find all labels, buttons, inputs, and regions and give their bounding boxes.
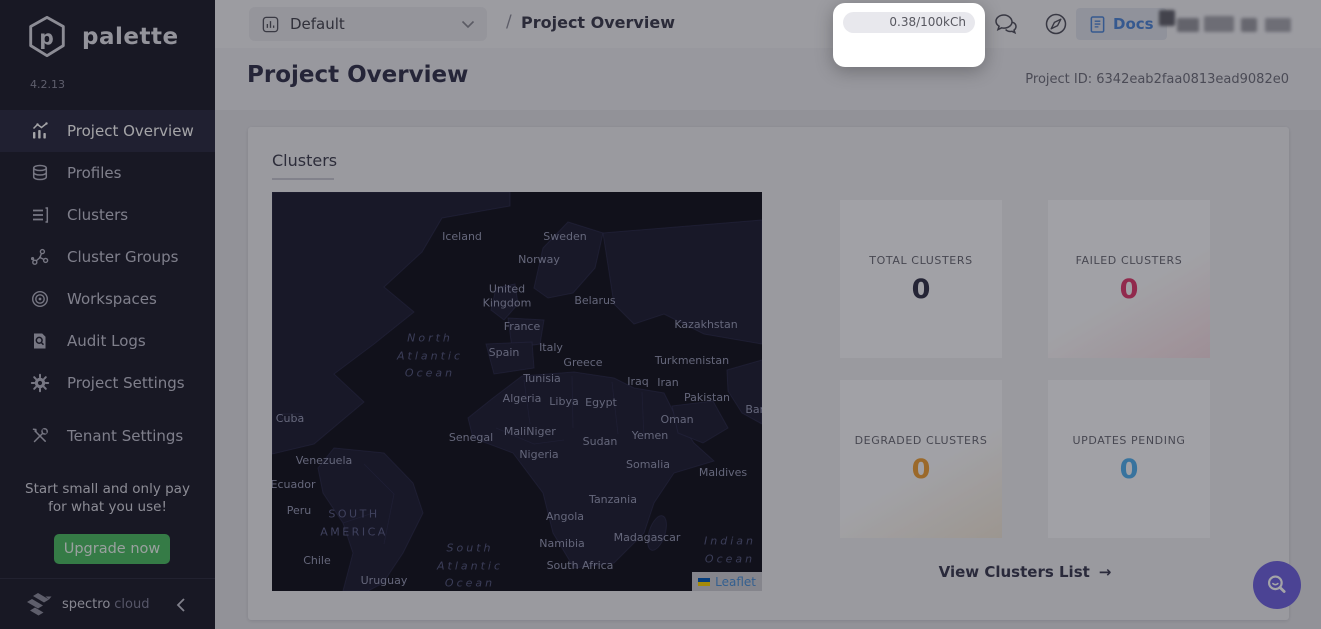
tour-dim-overlay — [0, 0, 1321, 629]
usage-badge: 0.38/100kCh — [843, 12, 975, 33]
usage-badge-spotlight-card: 0.38/100kCh — [833, 3, 985, 67]
app-window: p palette 4.2.13 Project Overview — [0, 0, 1321, 629]
